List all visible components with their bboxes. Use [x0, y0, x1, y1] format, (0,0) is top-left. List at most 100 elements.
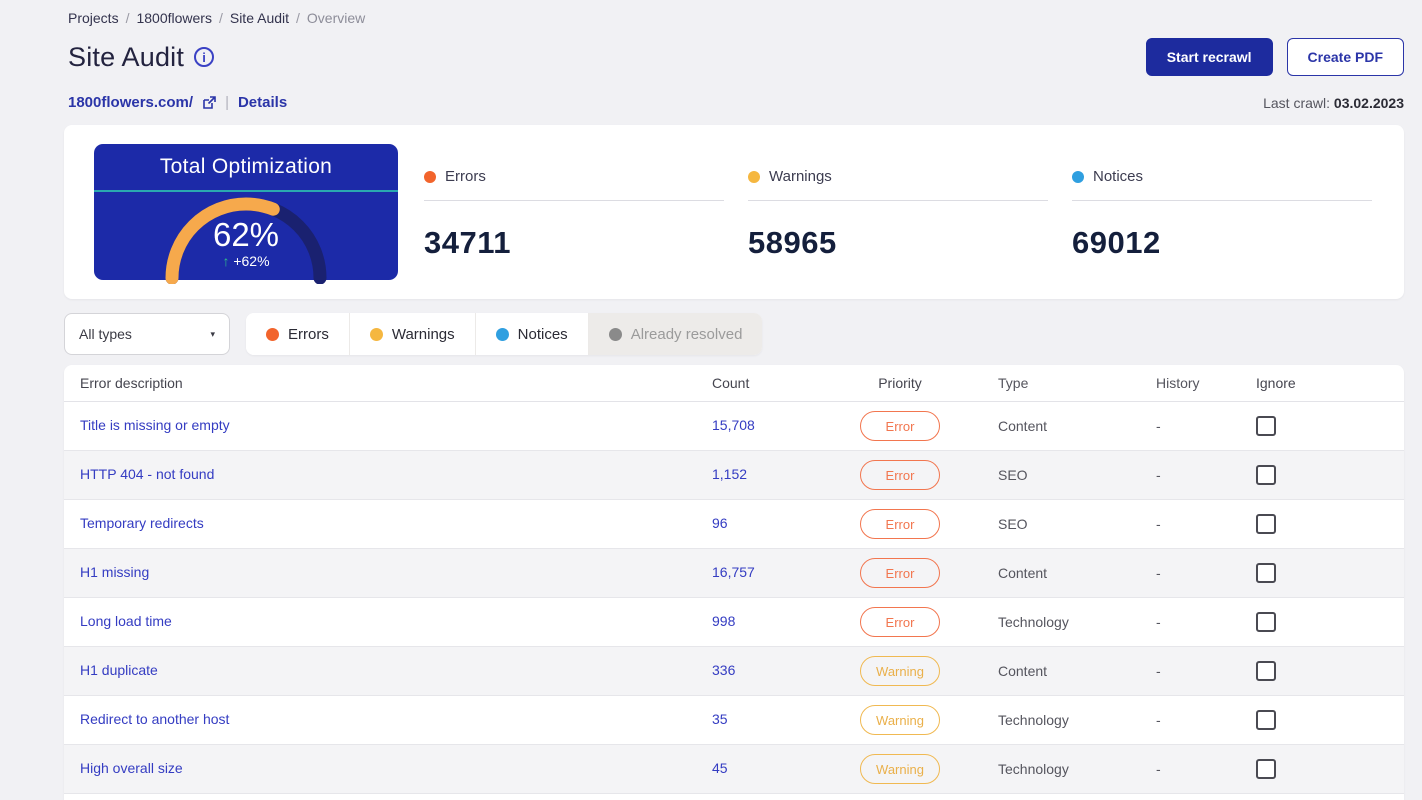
type-cell: Technology [998, 712, 1069, 728]
table-row: Long load time 998 Error Technology - [64, 598, 1404, 647]
stat-value: 34711 [424, 225, 511, 260]
history-cell: - [1156, 761, 1161, 777]
col-priority[interactable]: Priority [844, 375, 956, 391]
stat-value: 58965 [748, 225, 837, 260]
count-link[interactable]: 15,708 [712, 417, 755, 433]
segment-errors[interactable]: Errors [246, 313, 350, 355]
up-arrow-icon: ↑ [222, 253, 230, 269]
priority-badge: Warning [860, 656, 940, 686]
filter-bar: All types ▾ Errors Warnings Notices Already… [64, 313, 1404, 355]
col-type[interactable]: Type [956, 375, 1156, 391]
stat-label-text: Notices [1093, 168, 1144, 185]
status-dot-icon [266, 327, 279, 341]
start-recrawl-button[interactable]: Start recrawl [1145, 38, 1273, 76]
stat-notices: Notices 69012 [1072, 144, 1372, 280]
count-link[interactable]: 1,152 [712, 466, 747, 482]
breadcrumb-item: Overview [306, 10, 366, 26]
breadcrumb-item[interactable]: Site Audit [230, 10, 289, 26]
table-row: Temporary redirects 96 Error SEO - [64, 500, 1404, 549]
segment-label: Already resolved [630, 325, 743, 343]
col-error-description[interactable]: Error description [64, 375, 712, 391]
external-link-icon[interactable] [202, 95, 216, 110]
col-history[interactable]: History [1156, 375, 1256, 391]
type-cell: Content [998, 663, 1048, 679]
count-link[interactable]: 96 [712, 515, 728, 531]
type-filter-dropdown[interactable]: All types ▾ [64, 313, 230, 355]
col-count[interactable]: Count [712, 375, 844, 391]
priority-badge: Error [860, 509, 940, 539]
segment-warnings[interactable]: Warnings [349, 313, 476, 355]
stat-errors: Errors 34711 [424, 144, 724, 280]
table-row: Warning [64, 794, 1404, 800]
breadcrumb-item[interactable]: Projects [68, 10, 119, 26]
status-dot-icon [495, 327, 509, 341]
chevron-down-icon: ▾ [210, 328, 215, 339]
col-ignore[interactable]: Ignore [1256, 375, 1404, 391]
error-description-link[interactable]: Redirect to another host [80, 711, 229, 727]
divider: | [225, 94, 229, 111]
error-description-link[interactable]: Temporary redirects [80, 515, 204, 531]
stat-label: Warnings [748, 168, 1048, 201]
history-cell: - [1156, 712, 1161, 728]
ignore-checkbox[interactable] [1256, 465, 1276, 485]
details-link[interactable]: Details [238, 94, 287, 111]
overview-panel: Total Optimization 62% ↑ +62% Errors 3471… [64, 125, 1404, 299]
segment-label: Errors [288, 325, 329, 343]
table-row: Title is missing or empty 15,708 Error Cont… [64, 402, 1404, 451]
count-link[interactable]: 45 [712, 760, 728, 776]
history-cell: - [1156, 418, 1161, 434]
count-link[interactable]: 336 [712, 662, 735, 678]
create-pdf-button[interactable]: Create PDF [1286, 38, 1404, 76]
error-description-link[interactable]: High overall size [80, 760, 183, 776]
history-cell: - [1156, 467, 1161, 483]
history-cell: - [1156, 614, 1161, 630]
ignore-checkbox[interactable] [1256, 612, 1276, 632]
info-icon[interactable]: i [194, 47, 215, 67]
type-cell: SEO [998, 516, 1028, 532]
count-link[interactable]: 16,757 [712, 564, 755, 580]
page-header: Projects / 1800flowers / Site Audit / Overview… [0, 0, 1422, 111]
domain-link[interactable]: 1800flowers.com/ [68, 94, 193, 111]
segment-notices[interactable]: Notices [475, 313, 589, 355]
error-description-link[interactable]: HTTP 404 - not found [80, 466, 214, 482]
error-description-link[interactable]: Title is missing or empty [80, 417, 230, 433]
history-cell: - [1156, 565, 1161, 581]
stat-label: Notices [1072, 168, 1372, 201]
error-description-link[interactable]: H1 missing [80, 564, 149, 580]
error-description-link[interactable]: Long load time [80, 613, 172, 629]
status-dot-icon [748, 170, 760, 183]
ignore-checkbox[interactable] [1256, 661, 1276, 681]
table-row: High overall size 45 Warning Technology - [64, 745, 1404, 794]
ignore-checkbox[interactable] [1256, 759, 1276, 779]
error-description-link[interactable]: H1 duplicate [80, 662, 158, 678]
segment-label: Warnings [391, 325, 455, 343]
type-cell: Content [998, 418, 1048, 434]
status-dot-icon [424, 170, 436, 183]
ignore-checkbox[interactable] [1256, 416, 1276, 436]
ignore-checkbox[interactable] [1256, 563, 1276, 583]
issue-type-segments: Errors Warnings Notices Already resolved [246, 313, 763, 355]
last-crawl-date: 03.02.2023 [1333, 94, 1404, 111]
priority-badge: Warning [860, 754, 940, 784]
status-dot-icon [1072, 170, 1084, 183]
priority-badge: Error [860, 558, 940, 588]
table-row: HTTP 404 - not found 1,152 Error SEO - [64, 451, 1404, 500]
table-row: H1 missing 16,757 Error Content - [64, 549, 1404, 598]
breadcrumb-separator: / [218, 10, 223, 26]
count-link[interactable]: 998 [712, 613, 735, 629]
type-cell: Technology [998, 614, 1069, 630]
count-link[interactable]: 35 [712, 711, 728, 727]
ignore-checkbox[interactable] [1256, 710, 1276, 730]
breadcrumb-item[interactable]: 1800flowers [136, 10, 212, 26]
type-cell: Technology [998, 761, 1069, 777]
segment-already-resolved[interactable]: Already resolved [588, 313, 763, 355]
priority-badge: Error [860, 460, 940, 490]
status-dot-icon [369, 327, 383, 341]
last-crawl: Last crawl: 03.02.2023 [1263, 94, 1404, 111]
gauge-title: Total Optimization [94, 144, 398, 192]
breadcrumb: Projects / 1800flowers / Site Audit / Overview [68, 10, 1404, 26]
stat-label: Errors [424, 168, 724, 201]
ignore-checkbox[interactable] [1256, 514, 1276, 534]
table-row: Redirect to another host 35 Warning Technol… [64, 696, 1404, 745]
gauge-percent: 62% [212, 216, 280, 253]
